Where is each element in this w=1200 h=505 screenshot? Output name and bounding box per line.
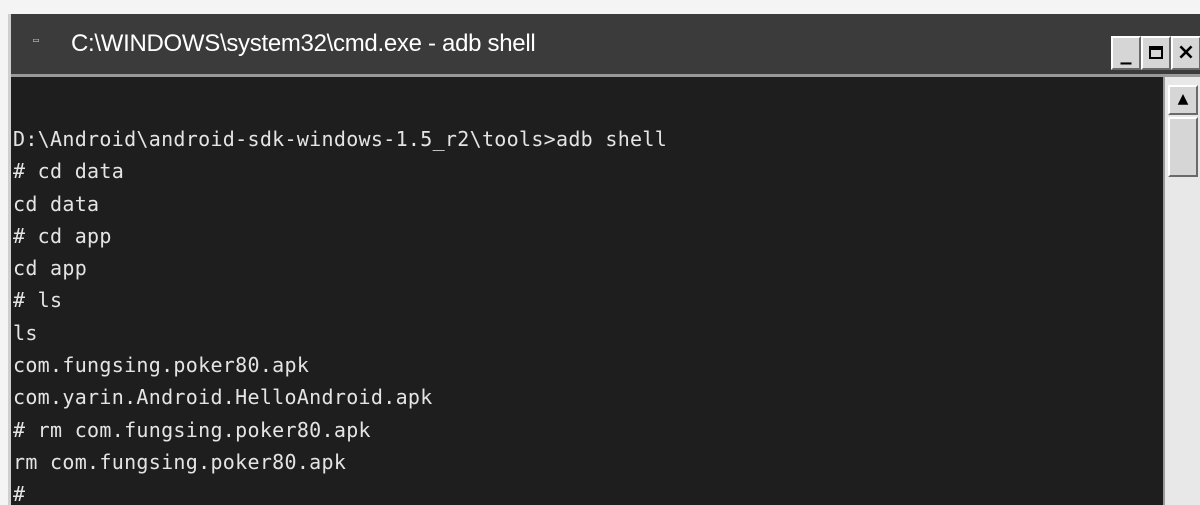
console-line: # cd data bbox=[13, 159, 125, 184]
window-title: C:\WINDOWS\system32\cmd.exe - adb shell bbox=[71, 30, 536, 57]
scroll-up-arrow-icon: ▲ bbox=[1177, 91, 1189, 107]
minimize-button[interactable]: _ bbox=[1111, 36, 1141, 70]
console-output[interactable]: D:\Android\android-sdk-windows-1.5_r2\to… bbox=[11, 77, 1163, 505]
console-line: # ls bbox=[13, 288, 63, 313]
console-lines: D:\Android\android-sdk-windows-1.5_r2\to… bbox=[13, 123, 667, 505]
console-line: com.yarin.Android.HelloAndroid.apk bbox=[13, 385, 433, 410]
minimize-icon: _ bbox=[1120, 40, 1132, 65]
console-line: # rm com.fungsing.poker80.apk bbox=[13, 417, 371, 442]
console-line: rm com.fungsing.poker80.apk bbox=[13, 449, 347, 474]
vertical-scrollbar[interactable]: ▲ bbox=[1163, 77, 1200, 505]
console-line: # cd app bbox=[13, 223, 112, 248]
console-line: cd app bbox=[13, 256, 88, 281]
console-line: com.fungsing.poker80.apk bbox=[13, 353, 310, 378]
cmd-window: ▭ C:\WINDOWS\system32\cmd.exe - adb shel… bbox=[8, 14, 1200, 505]
title-bar[interactable]: ▭ C:\WINDOWS\system32\cmd.exe - adb shel… bbox=[11, 14, 1200, 77]
maximize-button[interactable] bbox=[1141, 36, 1171, 70]
console-line: cd data bbox=[13, 191, 100, 216]
close-button[interactable]: × bbox=[1171, 36, 1200, 70]
scrollbar-thumb[interactable] bbox=[1168, 117, 1198, 177]
maximize-icon bbox=[1149, 46, 1163, 59]
console-line: D:\Android\android-sdk-windows-1.5_r2\to… bbox=[13, 127, 668, 151]
close-icon: × bbox=[1176, 40, 1196, 65]
scroll-up-button[interactable]: ▲ bbox=[1168, 85, 1198, 115]
console-line: ls bbox=[13, 320, 38, 345]
console-prompt-line: # bbox=[13, 482, 26, 505]
console-icon[interactable]: ▭ bbox=[33, 36, 47, 46]
